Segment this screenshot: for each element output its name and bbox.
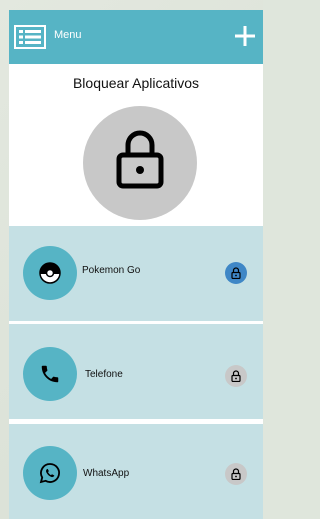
hero-section: Bloquear Aplicativos [9,64,263,236]
lock-icon [231,370,241,382]
app-window: Menu Bloquear Aplicativos Pokemon Go Tel… [9,10,263,519]
lock-all-button[interactable] [83,106,197,220]
app-card-telefone[interactable]: Telefone [9,324,263,419]
lock-toggle-button[interactable] [225,365,247,387]
lock-icon [231,267,241,279]
menu-label: Menu [54,29,82,41]
app-card-whatsapp[interactable]: WhatsApp [9,424,263,519]
menu-button[interactable] [14,24,48,50]
plus-icon [235,26,255,46]
phone-icon [23,347,77,401]
lock-icon [116,130,164,189]
page-title: Bloquear Aplicativos [72,75,200,91]
app-name: Telefone [85,369,123,380]
lock-toggle-button[interactable] [225,262,247,284]
app-header: Menu [9,10,263,64]
app-name: WhatsApp [83,468,130,479]
lock-toggle-button[interactable] [225,463,247,485]
lock-icon [231,468,241,480]
add-app-button[interactable] [233,24,257,48]
list-icon [14,25,46,49]
pokeball-icon [23,246,77,300]
app-name: Pokemon Go [82,265,141,276]
app-card-pokemon-go[interactable]: Pokemon Go [9,226,263,321]
whatsapp-icon [23,446,77,500]
